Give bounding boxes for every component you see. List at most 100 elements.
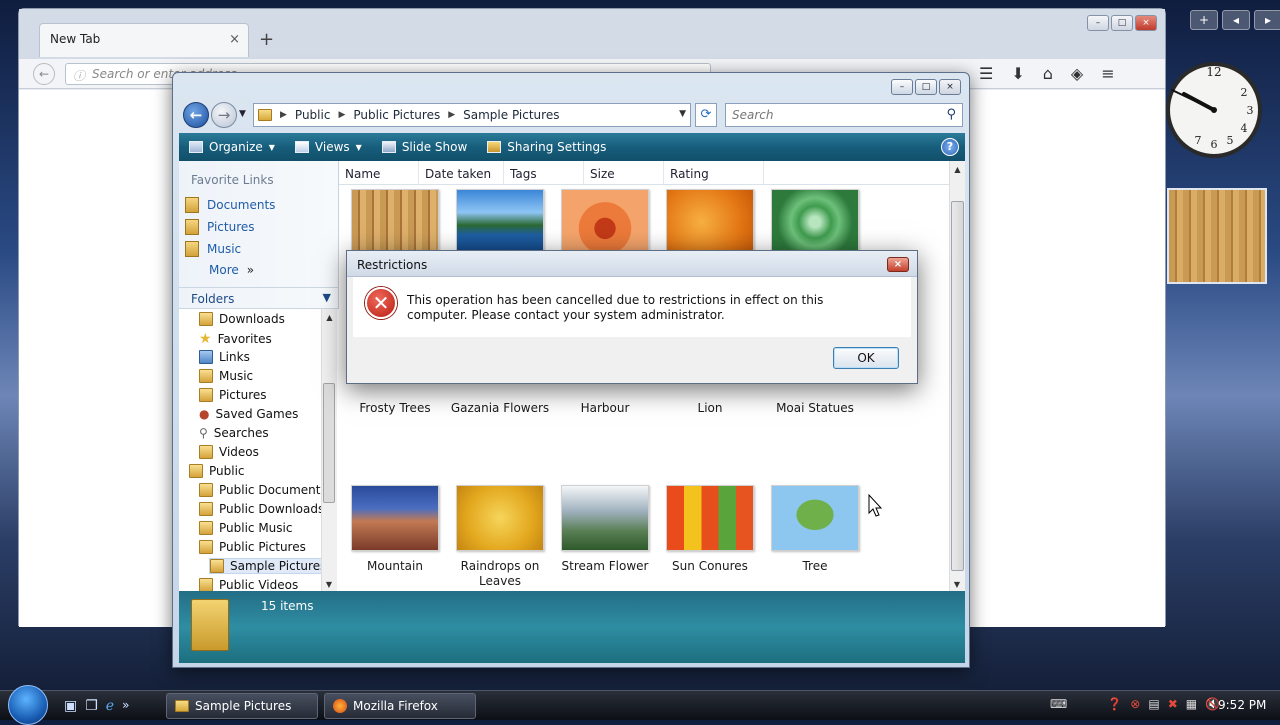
file-label[interactable]: Moai Statues bbox=[763, 401, 867, 416]
clock-gadget[interactable]: 12 2 3 4 6 5 7 bbox=[1162, 50, 1272, 170]
ok-button[interactable]: OK bbox=[833, 347, 899, 369]
file-thumbnail[interactable] bbox=[351, 189, 439, 255]
reader-icon[interactable]: ☰ bbox=[979, 64, 993, 83]
column-rating[interactable]: Rating bbox=[664, 161, 764, 185]
home-icon[interactable]: ⌂ bbox=[1043, 64, 1053, 83]
file-label[interactable]: Stream Flower bbox=[553, 559, 657, 574]
clock-time[interactable]: 9:52 PM bbox=[1218, 698, 1266, 712]
double-chevron-right-icon[interactable]: » bbox=[122, 698, 129, 714]
file-label[interactable]: Raindrops on Leaves bbox=[448, 559, 552, 589]
breadcrumb-public-pictures[interactable]: Public Pictures bbox=[353, 108, 440, 122]
tree-item-searches[interactable]: ⚲ Searches bbox=[199, 426, 269, 440]
minimize-button[interactable]: – bbox=[1087, 15, 1109, 31]
file-thumbnail[interactable] bbox=[561, 189, 649, 255]
tree-item-public-downloads[interactable]: Public Downloads bbox=[199, 502, 324, 516]
file-label[interactable]: Tree bbox=[763, 559, 867, 574]
address-bar[interactable]: ▶ Public ▶ Public Pictures ▶ Sample Pict… bbox=[253, 103, 691, 127]
pocket-icon[interactable]: ◈ bbox=[1071, 64, 1083, 83]
chevron-right-icon[interactable]: ▶ bbox=[338, 110, 345, 120]
file-label[interactable]: Frosty Trees bbox=[343, 401, 447, 416]
breadcrumb-public[interactable]: Public bbox=[295, 108, 331, 122]
menu-icon[interactable]: ≡ bbox=[1101, 64, 1114, 83]
show-desktop-icon[interactable]: ▣ bbox=[64, 698, 77, 714]
scroll-up-icon[interactable]: ▲ bbox=[950, 165, 965, 174]
tree-item-public-music[interactable]: Public Music bbox=[199, 521, 292, 535]
tree-item-music[interactable]: Music bbox=[199, 369, 253, 383]
folders-header[interactable]: Folders ▼ bbox=[179, 287, 339, 309]
search-icon[interactable]: ⚲ bbox=[946, 107, 956, 122]
file-label[interactable]: Gazania Flowers bbox=[448, 401, 552, 416]
maximize-button[interactable]: □ bbox=[915, 79, 937, 95]
close-window-button[interactable]: × bbox=[1135, 15, 1157, 31]
monitor-icon[interactable]: ▦ bbox=[1186, 697, 1197, 711]
prev-gadget-icon[interactable]: ◂ bbox=[1222, 10, 1250, 30]
sharing-settings-button[interactable]: Sharing Settings bbox=[477, 133, 616, 161]
file-thumbnail[interactable] bbox=[456, 189, 544, 255]
new-tab-button[interactable]: + bbox=[259, 29, 274, 50]
file-thumbnail[interactable] bbox=[771, 485, 859, 551]
file-thumbnail[interactable] bbox=[561, 485, 649, 551]
favorite-link-music[interactable]: Music bbox=[185, 241, 241, 257]
download-icon[interactable]: ⬇ bbox=[1011, 64, 1024, 83]
network-icon[interactable]: ▤ bbox=[1148, 697, 1159, 711]
tree-item-saved-games[interactable]: ● Saved Games bbox=[199, 407, 298, 421]
scroll-up-icon[interactable]: ▲ bbox=[322, 313, 337, 322]
start-button[interactable] bbox=[8, 685, 48, 725]
security-alert-icon[interactable]: ⊗ bbox=[1130, 697, 1140, 711]
column-size[interactable]: Size bbox=[584, 161, 664, 185]
file-thumbnail[interactable] bbox=[666, 485, 754, 551]
close-window-button[interactable]: × bbox=[939, 79, 961, 95]
keyboard-icon[interactable]: ⌨ bbox=[1050, 697, 1067, 711]
file-label[interactable]: Harbour bbox=[553, 401, 657, 416]
search-input[interactable]: Search ⚲ bbox=[725, 103, 963, 127]
scroll-down-icon[interactable]: ▼ bbox=[322, 580, 336, 589]
tree-item-public-documents[interactable]: Public Documents bbox=[199, 483, 327, 497]
tree-item-public[interactable]: Public bbox=[189, 464, 245, 478]
next-gadget-icon[interactable]: ▸ bbox=[1254, 10, 1280, 30]
close-dialog-button[interactable]: × bbox=[887, 257, 909, 272]
maximize-button[interactable]: □ bbox=[1111, 15, 1133, 31]
tree-scrollbar[interactable]: ▲ ▼ bbox=[321, 309, 337, 591]
favorite-link-documents[interactable]: Documents bbox=[185, 197, 275, 213]
internet-explorer-icon[interactable]: ℯ bbox=[106, 698, 114, 714]
scroll-thumb[interactable] bbox=[323, 383, 335, 503]
file-label[interactable]: Sun Conures bbox=[658, 559, 762, 574]
column-date-taken[interactable]: Date taken bbox=[419, 161, 504, 185]
tree-item-public-pictures[interactable]: Public Pictures bbox=[199, 540, 306, 554]
tree-item-favorites[interactable]: ★ Favorites bbox=[199, 331, 272, 347]
tree-item-public-videos[interactable]: Public Videos bbox=[199, 578, 298, 591]
file-thumbnail[interactable] bbox=[666, 189, 754, 255]
tree-item-sample-pictures[interactable]: Sample Pictures bbox=[209, 558, 332, 574]
close-tab-icon[interactable]: × bbox=[229, 32, 240, 47]
file-list-scrollbar[interactable]: ▲ ▼ bbox=[949, 161, 965, 591]
address-dropdown-icon[interactable]: ▼ bbox=[679, 109, 686, 119]
recent-pages-chevron-icon[interactable]: ▼ bbox=[239, 109, 246, 119]
tree-item-links[interactable]: Links bbox=[199, 350, 250, 364]
help-icon[interactable]: ? bbox=[941, 138, 959, 156]
slideshow-gadget[interactable] bbox=[1167, 188, 1267, 284]
help-tray-icon[interactable]: ❓ bbox=[1107, 697, 1122, 711]
dialog-title-bar[interactable]: Restrictions × bbox=[347, 251, 917, 277]
refresh-icon[interactable]: ⟳ bbox=[695, 103, 717, 127]
tree-item-videos[interactable]: Videos bbox=[199, 445, 259, 459]
file-label[interactable]: Lion bbox=[658, 401, 762, 416]
scroll-thumb[interactable] bbox=[951, 201, 964, 571]
file-thumbnail[interactable] bbox=[456, 485, 544, 551]
error-tray-icon[interactable]: ✖ bbox=[1168, 697, 1178, 711]
back-arrow-icon[interactable]: ← bbox=[183, 102, 209, 128]
file-label[interactable]: Mountain bbox=[343, 559, 447, 574]
minimize-button[interactable]: – bbox=[891, 79, 913, 95]
scroll-down-icon[interactable]: ▼ bbox=[950, 580, 964, 589]
tree-item-downloads[interactable]: Downloads bbox=[199, 312, 285, 326]
add-gadget-button[interactable]: + bbox=[1190, 10, 1218, 30]
favorite-link-pictures[interactable]: Pictures bbox=[185, 219, 255, 235]
back-arrow-icon[interactable]: ← bbox=[33, 63, 55, 85]
chevron-right-icon[interactable]: ▶ bbox=[280, 110, 287, 120]
file-thumbnail[interactable] bbox=[771, 189, 859, 255]
column-name[interactable]: Name bbox=[339, 161, 419, 185]
favorite-link-more[interactable]: More » bbox=[209, 263, 254, 277]
taskbar-button-firefox[interactable]: Mozilla Firefox bbox=[324, 693, 476, 719]
forward-arrow-icon[interactable]: → bbox=[211, 102, 237, 128]
organize-button[interactable]: Organize ▼ bbox=[179, 133, 285, 161]
views-button[interactable]: Views ▼ bbox=[285, 133, 372, 161]
